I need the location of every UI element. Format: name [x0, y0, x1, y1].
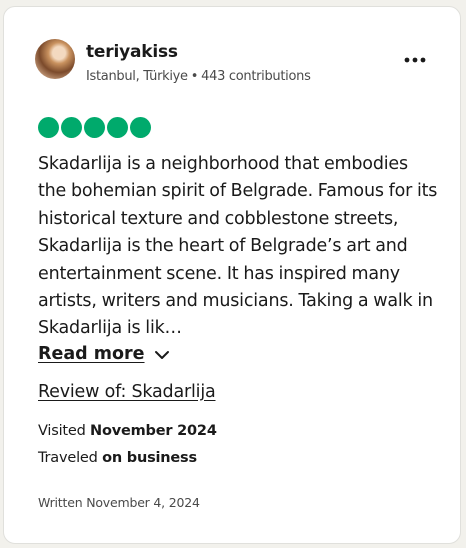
- traveled-value: on business: [102, 450, 197, 466]
- chevron-down-icon: [154, 351, 169, 359]
- visited-date: Visited November 2024: [38, 423, 217, 439]
- more-horizontal-icon: [404, 57, 426, 63]
- more-options-button[interactable]: [399, 48, 431, 72]
- read-more-button[interactable]: Read more: [38, 344, 170, 364]
- author-contributions: 443 contributions: [201, 69, 311, 84]
- rating-bubble: [38, 117, 59, 138]
- review-of-link[interactable]: Review of: Skadarlija: [38, 382, 216, 402]
- rating-bubbles: [38, 117, 151, 138]
- avatar[interactable]: [35, 39, 75, 79]
- traveled-prefix: Traveled: [38, 450, 98, 466]
- review-card: teriyakiss Istanbul, Türkiye • 443 contrib…: [3, 6, 461, 544]
- meta-separator: •: [190, 69, 199, 84]
- author-meta: Istanbul, Türkiye • 443 contributions: [86, 69, 311, 84]
- author-location: Istanbul, Türkiye: [86, 69, 188, 84]
- trip-type: Traveled on business: [38, 450, 197, 466]
- written-date: Written November 4, 2024: [38, 495, 200, 510]
- rating-bubble: [107, 117, 128, 138]
- rating-bubble: [84, 117, 105, 138]
- review-body: Skadarlija is a neighborhood that embodi…: [38, 154, 438, 339]
- visited-prefix: Visited: [38, 423, 86, 439]
- visited-value: November 2024: [90, 423, 217, 439]
- read-more-label: Read more: [38, 344, 145, 364]
- author-username[interactable]: teriyakiss: [86, 42, 178, 62]
- review-header: teriyakiss Istanbul, Türkiye • 443 contrib…: [35, 38, 435, 86]
- rating-bubble: [61, 117, 82, 138]
- rating-bubble: [130, 117, 151, 138]
